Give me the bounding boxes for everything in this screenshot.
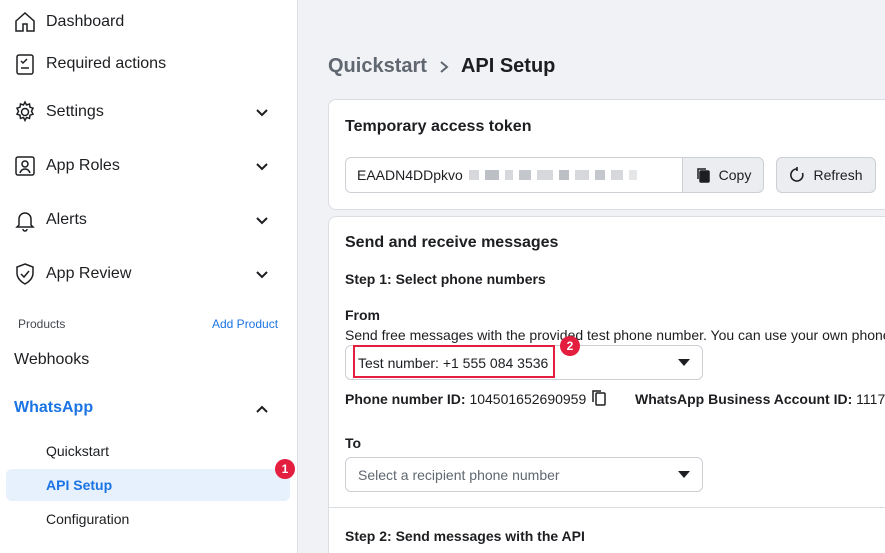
gear-icon (12, 99, 38, 125)
chevron-down-icon[interactable] (253, 211, 271, 229)
send-receive-card: Send and receive messages Step 1: Select… (328, 216, 885, 553)
card-title: Temporary access token (345, 118, 532, 135)
from-label: From (345, 307, 380, 323)
annotation-badge: 2 (560, 336, 580, 356)
chevron-down-icon[interactable] (253, 103, 271, 121)
sidebar-item-label: Settings (46, 103, 104, 120)
sidebar-subitem-quickstart[interactable]: Quickstart (46, 443, 109, 459)
products-section-label: Products (18, 317, 66, 331)
sidebar-item-label: App Review (46, 265, 132, 282)
step-2-heading: Step 2: Send messages with the API (345, 528, 585, 544)
waba-id: WhatsApp Business Account ID: 111794 (635, 391, 885, 407)
sidebar-subitem-configuration[interactable]: Configuration (46, 511, 129, 527)
sidebar-subitem-api-setup[interactable]: API Setup (46, 477, 112, 493)
sidebar-item-label: Alerts (46, 211, 87, 228)
user-badge-icon (12, 153, 38, 179)
caret-down-icon (678, 471, 690, 478)
sidebar-item-label: Dashboard (46, 13, 125, 30)
checklist-icon (12, 51, 38, 77)
sidebar-item-dashboard[interactable]: Dashboard (0, 2, 298, 42)
token-value: EAADN4DDpkvo (357, 167, 463, 183)
page-title: API Setup (460, 55, 556, 77)
home-icon (12, 9, 38, 35)
from-description: Send free messages with the provided tes… (345, 327, 885, 343)
copy-icon (695, 167, 711, 183)
phone-id-value: 104501652690959 (469, 391, 587, 407)
chevron-up-icon[interactable] (253, 400, 271, 418)
chevron-down-icon[interactable] (253, 265, 271, 283)
sidebar-item-settings[interactable]: Settings (0, 92, 298, 132)
copy-icon[interactable] (591, 389, 607, 412)
copy-button[interactable]: Copy (682, 157, 764, 193)
add-product-link[interactable]: Add Product (212, 317, 278, 331)
sidebar-item-label: App Roles (46, 157, 120, 174)
refresh-button[interactable]: Refresh (776, 157, 876, 193)
annotation-highlight-box (353, 345, 555, 378)
sidebar-item-whatsapp[interactable]: WhatsApp (14, 399, 93, 417)
sidebar-item-app-roles[interactable]: App Roles (0, 146, 298, 186)
copy-label: Copy (718, 167, 752, 183)
chevron-right-icon (437, 60, 451, 74)
access-token-card: Temporary access token EAADN4DDpkvo Copy… (328, 99, 885, 210)
sidebar-item-label: Required actions (46, 55, 167, 72)
refresh-label: Refresh (813, 167, 863, 183)
waba-label: WhatsApp Business Account ID: (635, 391, 853, 407)
sidebar-item-required-actions[interactable]: Required actions (0, 44, 298, 84)
breadcrumb: Quickstart API Setup (328, 55, 555, 78)
bell-icon (12, 207, 38, 233)
to-select[interactable]: Select a recipient phone number (345, 457, 703, 492)
sidebar: Dashboard Required actions Settings App … (0, 0, 298, 553)
card-title: Send and receive messages (345, 234, 559, 251)
sidebar-item-alerts[interactable]: Alerts (0, 200, 298, 240)
sidebar-item-app-review[interactable]: App Review (0, 254, 298, 294)
divider (329, 507, 885, 508)
chevron-down-icon[interactable] (253, 157, 271, 175)
shield-check-icon (12, 261, 38, 287)
access-token-field[interactable]: EAADN4DDpkvo (345, 157, 683, 193)
phone-id-label: Phone number ID: (345, 391, 466, 407)
token-redacted (463, 170, 637, 180)
sidebar-item-webhooks[interactable]: Webhooks (14, 351, 89, 369)
breadcrumb-parent[interactable]: Quickstart (328, 55, 427, 78)
to-placeholder: Select a recipient phone number (358, 466, 560, 483)
phone-number-id: Phone number ID: 104501652690959 (345, 391, 586, 407)
caret-down-icon (678, 359, 690, 366)
to-label: To (345, 435, 362, 451)
annotation-badge: 1 (275, 459, 295, 479)
refresh-icon (789, 167, 805, 183)
step-1-heading: Step 1: Select phone numbers (345, 271, 546, 287)
waba-value: 111794 (856, 391, 885, 407)
